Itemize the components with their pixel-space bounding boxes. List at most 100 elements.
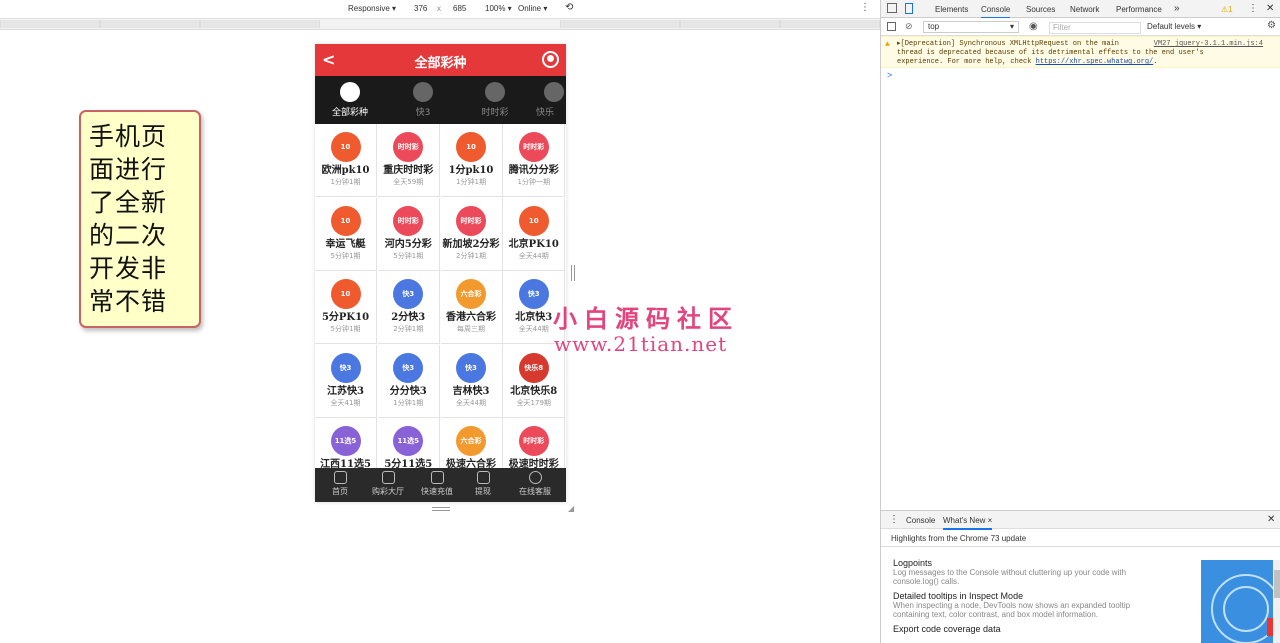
game-schedule: 全天44期 <box>456 398 486 407</box>
tab-ssc[interactable]: 时时彩 <box>464 80 526 118</box>
devtools-tabbar: Elements Console Sources Network Perform… <box>881 0 1280 19</box>
game-schedule: 2分钟1期 <box>393 325 424 333</box>
game-tile[interactable]: 时时彩 重庆时时彩 全天59期 <box>377 124 440 197</box>
more-tabs-icon[interactable]: » <box>1174 3 1180 14</box>
game-logo-icon: 时时彩 <box>518 132 549 162</box>
console-toolbar: ⊘ top ▾ ◉ Filter Default levels ▾ ⚙ <box>881 18 1280 36</box>
tab-all[interactable]: 全部彩种 <box>319 80 381 118</box>
game-logo-icon: 10 <box>330 205 361 236</box>
game-name: 北京快乐8 <box>510 385 558 397</box>
console-warning: ▲ VM27 jquery-3.1.1.min.js:4 ▸[Deprecati… <box>881 36 1280 68</box>
lottery-ball-icon <box>485 82 505 102</box>
game-logo-icon: 快乐8 <box>518 352 549 383</box>
drawer-tabbar: ⋮ Console What's New × ✕ <box>881 511 1280 530</box>
game-logo-icon: 时时彩 <box>518 426 549 456</box>
game-tile[interactable]: 10 欧洲pk10 1分钟1期 <box>315 124 377 197</box>
eye-icon[interactable]: ◉ <box>1029 21 1038 32</box>
whats-new-banner <box>1201 560 1280 643</box>
yen-icon <box>430 471 444 484</box>
drawer-close-icon[interactable]: ✕ <box>1267 514 1275 525</box>
category-tabs: 全部彩种 快3 时时彩 快乐 <box>315 76 566 124</box>
game-name: 北京PK10 <box>508 238 559 250</box>
game-tile[interactable]: 10 幸运飞艇 5分钟1期 <box>315 197 377 271</box>
game-tile[interactable]: 10 北京PK10 全天44期 <box>503 197 566 271</box>
game-tile[interactable]: 10 5分PK10 5分钟1期 <box>315 271 377 344</box>
tabbar-withdraw[interactable]: 提现 <box>458 471 508 497</box>
tab-network[interactable]: Network <box>1070 5 1099 14</box>
drawer-scrollbar[interactable] <box>1273 560 1280 643</box>
tabbar-recharge[interactable]: 快速充值 <box>412 471 462 497</box>
game-tile[interactable]: 10 1分pk10 1分钟1期 <box>440 124 503 197</box>
tab-sources[interactable]: Sources <box>1026 5 1055 14</box>
game-tile[interactable]: 快3 2分快3 2分钟1期 <box>377 271 440 344</box>
resize-handle-right[interactable] <box>571 265 575 281</box>
tabbar-label: 首页 <box>332 487 348 496</box>
star-icon <box>381 471 395 484</box>
drawer-tab-console[interactable]: Console <box>906 516 935 525</box>
tab-kl[interactable]: 快乐 <box>536 80 566 118</box>
phone-viewport: < 全部彩种 全部彩种 快3 时时彩 快乐 10 欧洲pk10 1分钟1期 时时彩 重庆… <box>315 44 566 502</box>
game-tile[interactable]: 六合彩 香港六合彩 每周三期 <box>440 271 503 344</box>
warning-text-3a: experience. For more help, check <box>897 58 1032 66</box>
sidebar-toggle-icon[interactable] <box>887 22 896 31</box>
game-tile[interactable]: 快3 吉林快3 全天44期 <box>440 344 503 418</box>
user-icon[interactable] <box>542 51 559 68</box>
home-icon <box>333 471 347 484</box>
highlights-heading: Highlights from the Chrome 73 update <box>881 529 1280 547</box>
game-tile[interactable]: 快3 江苏快3 全天41期 <box>315 344 377 418</box>
game-tile[interactable]: 时时彩 新加坡2分彩 2分钟1期 <box>440 197 503 271</box>
warning-source-link[interactable]: VM27 jquery-3.1.1.min.js:4 <box>1154 40 1263 49</box>
inspect-icon[interactable] <box>887 3 897 13</box>
device-mode-select[interactable]: Responsive ▾ <box>348 4 396 13</box>
context-select[interactable]: top ▾ <box>923 21 1019 33</box>
drawer-menu-icon[interactable]: ⋮ <box>889 514 899 525</box>
network-throttle-select[interactable]: Online ▾ <box>518 4 547 13</box>
game-logo-icon: 快3 <box>330 352 361 383</box>
warning-count-badge[interactable]: ⚠1 <box>1221 5 1233 14</box>
game-tile[interactable]: 快3 分分快3 1分钟1期 <box>377 344 440 418</box>
zoom-select[interactable]: 100% ▾ <box>485 4 512 13</box>
lottery-ball-icon <box>544 82 564 102</box>
tab-k3[interactable]: 快3 <box>392 80 454 118</box>
tabbar-home[interactable]: 首页 <box>315 471 365 497</box>
page-title: 全部彩种 <box>414 56 467 71</box>
filter-input[interactable]: Filter <box>1049 22 1141 34</box>
warning-help-link[interactable]: https://xhr.spec.whatwg.org/ <box>1036 58 1154 66</box>
game-logo-icon: 11选5 <box>393 426 424 456</box>
news-body: When inspecting a node, DevTools now sho… <box>893 601 1131 619</box>
bottom-tabbar: 首页 购彩大厅 快速充值 提现 在线客服 <box>315 468 566 502</box>
warning-icon: ▲ <box>885 40 890 49</box>
tab-console[interactable]: Console <box>981 5 1011 19</box>
viewport-width-input[interactable]: 376 <box>414 4 427 13</box>
resize-handle-bottom[interactable] <box>432 507 450 511</box>
rotate-icon[interactable]: ⟲ <box>565 2 573 13</box>
game-schedule: 5分钟1期 <box>330 325 361 333</box>
log-levels-select[interactable]: Default levels ▾ <box>1147 22 1201 31</box>
drawer-tab-whats-new[interactable]: What's New × <box>943 516 993 530</box>
gear-icon[interactable]: ⚙ <box>1267 20 1276 31</box>
clear-console-icon[interactable]: ⊘ <box>905 21 913 32</box>
game-name: 分分快3 <box>389 385 427 397</box>
dimension-separator: x <box>437 4 441 13</box>
news-body: Log messages to the Console without clut… <box>893 568 1127 586</box>
device-toggle-icon[interactable] <box>905 3 913 14</box>
tabbar-support[interactable]: 在线客服 <box>505 471 565 497</box>
viewport-height-input[interactable]: 685 <box>453 4 466 13</box>
game-name: 腾讯分分彩 <box>508 165 559 176</box>
device-more-icon[interactable]: ⋮ <box>860 2 870 13</box>
devtools-menu-icon[interactable]: ⋮ <box>1248 3 1258 14</box>
game-logo-icon: 快3 <box>518 279 549 309</box>
tab-elements[interactable]: Elements <box>935 5 968 14</box>
context-label: top <box>928 22 940 31</box>
watermark-title: 小白源码社区 <box>553 305 739 333</box>
device-toolbar: Responsive ▾ 376 x 685 100% ▾ Online ▾ ⟲… <box>0 0 880 18</box>
tab-performance[interactable]: Performance <box>1116 5 1162 14</box>
close-icon[interactable]: ✕ <box>1266 3 1274 14</box>
tabbar-lobby[interactable]: 购彩大厅 <box>363 471 413 497</box>
game-logo-icon: 快3 <box>393 279 424 309</box>
game-name: 重庆时时彩 <box>383 165 434 176</box>
game-tile[interactable]: 时时彩 河内5分彩 5分钟1期 <box>377 197 440 271</box>
console-prompt[interactable]: > <box>887 70 892 80</box>
resize-handle-corner[interactable]: ◢ <box>568 504 574 513</box>
game-tile[interactable]: 时时彩 腾讯分分彩 1分钟一期 <box>503 124 566 197</box>
